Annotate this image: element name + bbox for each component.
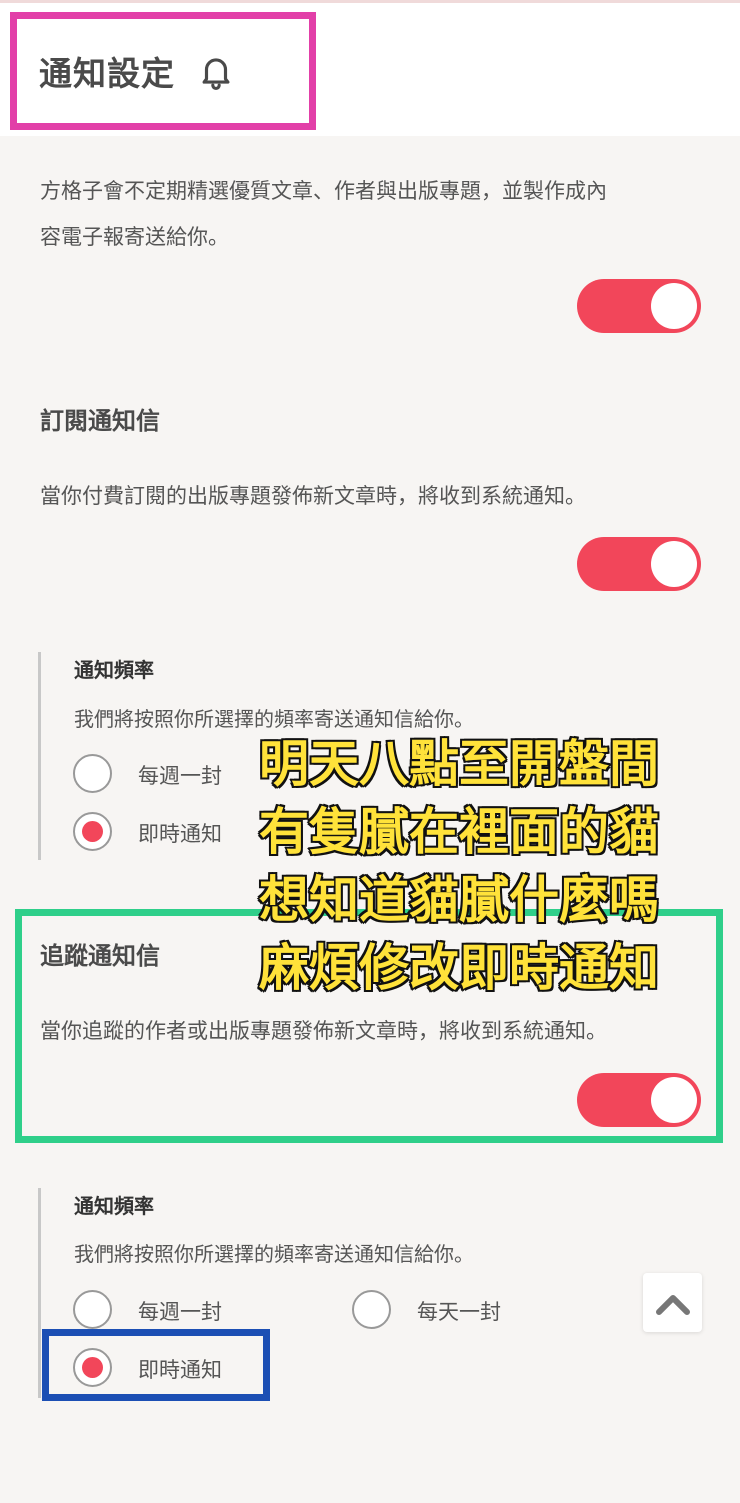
chevron-up-icon [655, 1294, 690, 1315]
subscription-toggle[interactable] [577, 537, 701, 591]
subscription-description: 當你付費訂閱的出版專題發佈新文章時，將收到系統通知。 [40, 484, 586, 508]
subscription-radio-weekly[interactable] [73, 754, 112, 793]
follow-radio-weekly-label: 每週一封 [138, 1300, 222, 1324]
toggle-knob [651, 541, 697, 587]
toggle-knob [651, 1077, 697, 1123]
follow-frequency-description: 我們將按照你所選擇的頻率寄送通知信給你。 [74, 1242, 474, 1266]
newsletter-toggle[interactable] [577, 279, 701, 333]
subscription-frequency-title: 通知頻率 [74, 658, 154, 682]
toggle-knob [651, 283, 697, 329]
follow-frequency-title: 通知頻率 [74, 1194, 154, 1218]
subscription-title: 訂閱通知信 [40, 407, 160, 435]
subscription-frequency-block [38, 652, 41, 860]
scroll-to-top-button[interactable] [643, 1273, 702, 1332]
title-highlight-box: 通知設定 [10, 12, 316, 130]
overlay-line: 明天八點至開盤間 [258, 734, 661, 795]
follow-radio-daily-label: 每天一封 [417, 1300, 501, 1324]
overlay-caption: 明天八點至開盤間 有隻膩在裡面的貓 想知道貓膩什麼嗎 麻煩修改即時通知 [236, 730, 682, 1002]
bell-icon [202, 58, 230, 90]
follow-radio-weekly[interactable] [73, 1290, 112, 1329]
newsletter-description: 方格子會不定期精選優質文章、作者與出版專題，並製作成內 容電子報寄送給你。 [40, 168, 607, 260]
overlay-line: 有隻膩在裡面的貓 [258, 802, 661, 863]
page-title: 通知設定 [39, 54, 175, 93]
overlay-line: 想知道貓膩什麼嗎 [258, 870, 661, 931]
follow-radio-daily[interactable] [352, 1290, 391, 1329]
subscription-radio-instant-label: 即時通知 [138, 822, 222, 846]
page-header: 通知設定 [0, 3, 740, 136]
newsletter-description-line2: 容電子報寄送給你。 [40, 225, 229, 249]
instant-highlight-box [42, 1329, 270, 1401]
follow-title: 追蹤通知信 [40, 942, 160, 970]
subscription-radio-weekly-label: 每週一封 [138, 764, 222, 788]
follow-frequency-block [38, 1188, 41, 1398]
subscription-radio-instant[interactable] [73, 812, 112, 851]
follow-toggle[interactable] [577, 1073, 701, 1127]
follow-description: 當你追蹤的作者或出版專題發佈新文章時，將收到系統通知。 [40, 1019, 607, 1043]
newsletter-description-line1: 方格子會不定期精選優質文章、作者與出版專題，並製作成內 [40, 179, 607, 203]
subscription-frequency-description: 我們將按照你所選擇的頻率寄送通知信給你。 [74, 707, 474, 731]
overlay-line: 麻煩修改即時通知 [258, 938, 661, 999]
